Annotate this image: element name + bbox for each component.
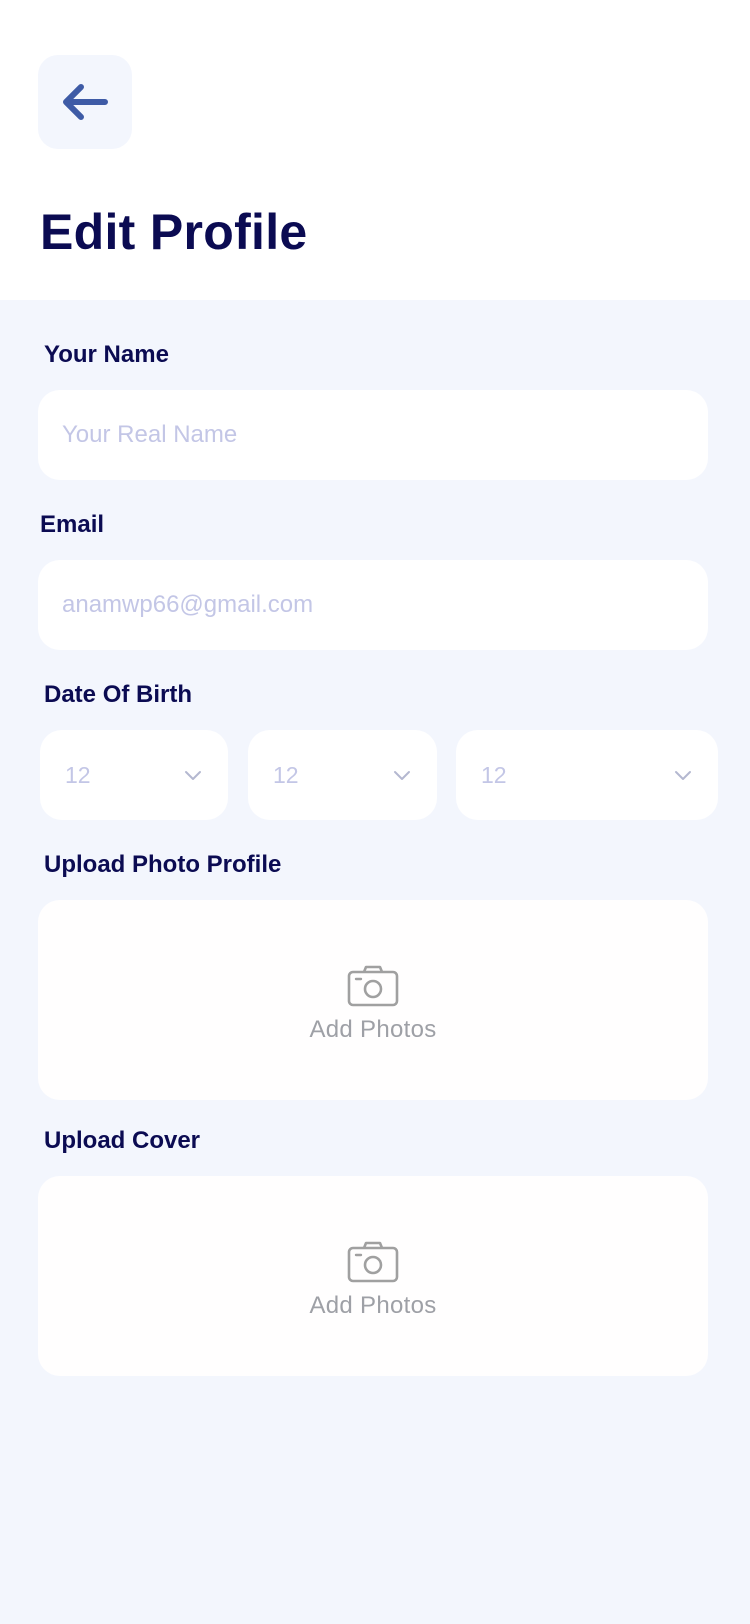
dob-day-value: 12 xyxy=(65,761,91,788)
name-input[interactable] xyxy=(38,390,708,480)
email-field-container xyxy=(38,560,708,650)
chevron-down-icon xyxy=(185,770,201,780)
dob-label: Date Of Birth xyxy=(44,681,193,708)
dob-month-value: 12 xyxy=(273,761,299,788)
add-photos-label: Add Photos xyxy=(309,1016,437,1043)
upload-photo-content: Add Photos xyxy=(38,964,708,1044)
email-label: Email xyxy=(40,511,105,538)
name-field-container xyxy=(38,390,708,480)
header: Edit Profile xyxy=(0,0,750,300)
add-photos-label: Add Photos xyxy=(309,1292,437,1319)
email-input[interactable] xyxy=(38,560,708,650)
upload-cover-dropzone[interactable]: Add Photos xyxy=(38,1176,708,1376)
chevron-down-icon xyxy=(675,770,691,780)
dob-day-select[interactable]: 12 xyxy=(40,730,228,820)
chevron-down-icon xyxy=(394,770,410,780)
dob-year-select[interactable]: 12 xyxy=(456,730,718,820)
name-label: Your Name xyxy=(44,341,169,368)
upload-cover-content: Add Photos xyxy=(38,1240,708,1320)
upload-photo-dropzone[interactable]: Add Photos xyxy=(38,900,708,1100)
page-title: Edit Profile xyxy=(40,204,308,260)
upload-cover-label: Upload Cover xyxy=(44,1127,201,1154)
camera-icon xyxy=(347,965,399,1007)
upload-photo-label: Upload Photo Profile xyxy=(44,851,282,878)
camera-icon xyxy=(347,1241,399,1283)
dob-year-value: 12 xyxy=(481,761,507,788)
dob-month-select[interactable]: 12 xyxy=(248,730,437,820)
back-button[interactable] xyxy=(38,55,132,149)
arrow-left-icon xyxy=(63,84,108,120)
